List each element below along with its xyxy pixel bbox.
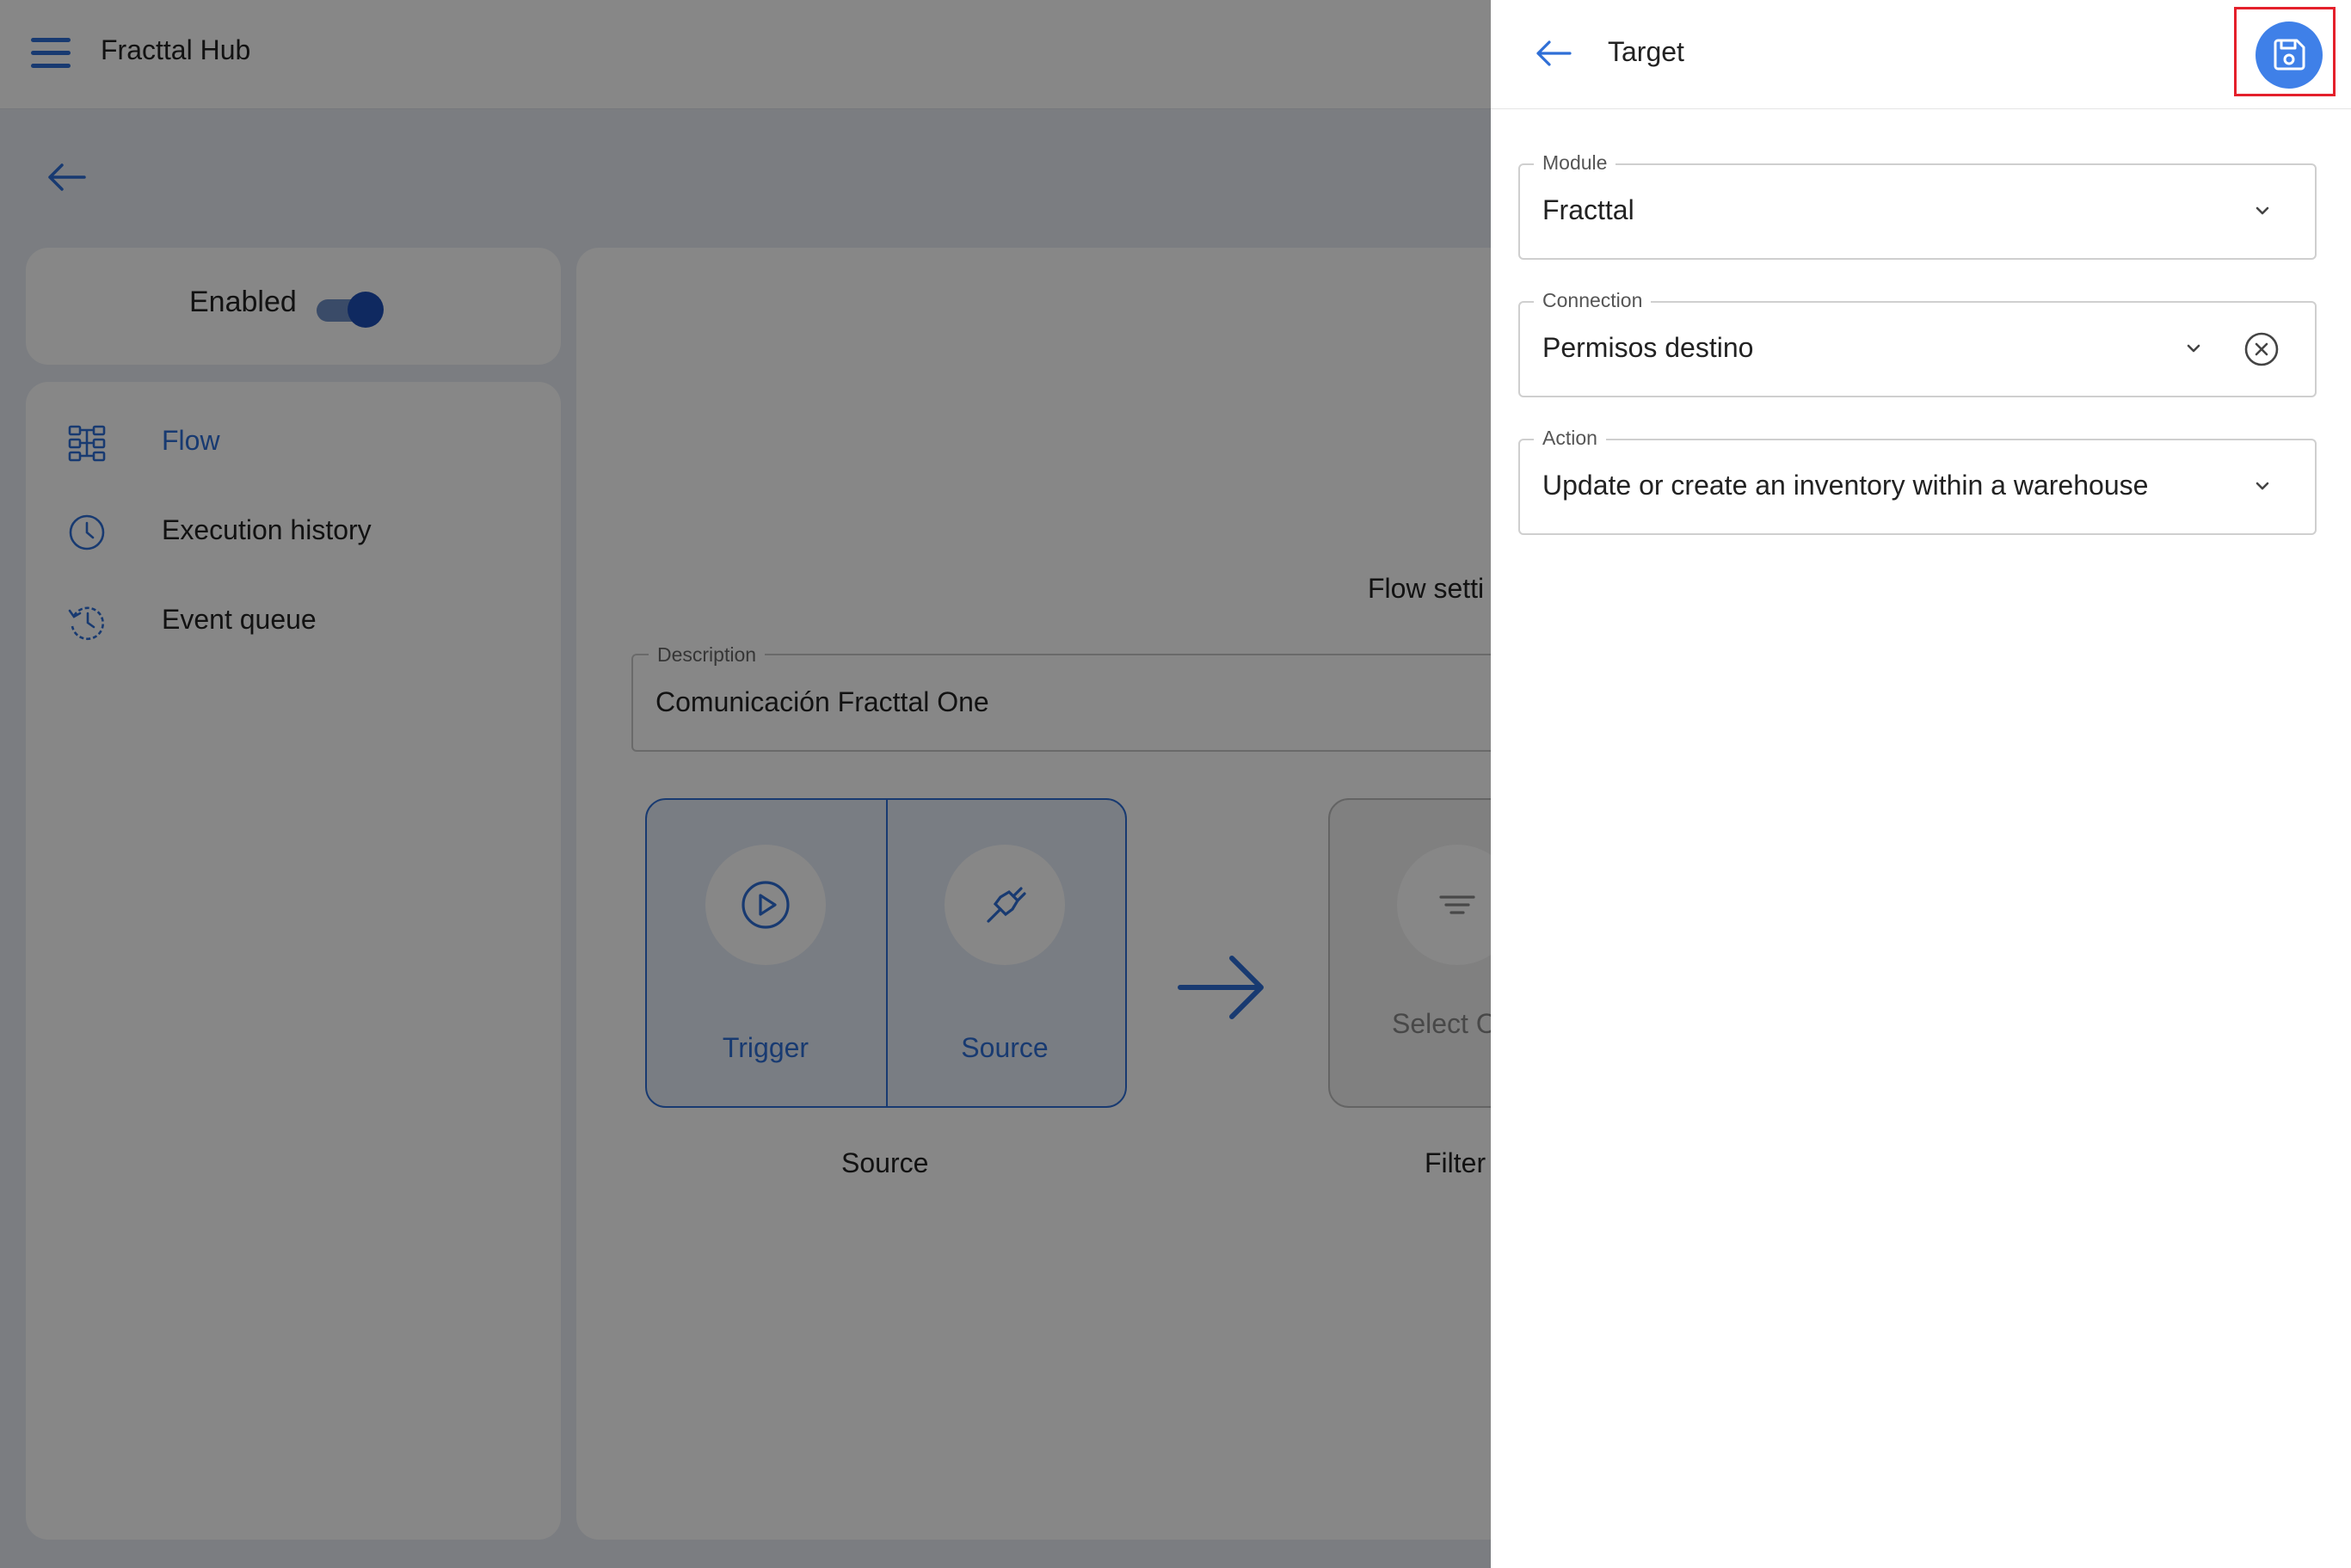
target-panel: Target Module Fracttal Connection Permis… [1491, 0, 2351, 1568]
connection-label: Connection [1534, 289, 1652, 312]
save-highlight [2234, 7, 2336, 96]
action-value: Update or create an inventory within a w… [1542, 470, 2149, 501]
clear-icon[interactable] [2243, 330, 2280, 368]
action-label: Action [1534, 427, 1606, 450]
save-button[interactable] [2256, 22, 2323, 89]
modal-backdrop[interactable] [0, 0, 1491, 1568]
module-value: Fracttal [1542, 194, 1634, 225]
connection-select[interactable]: Connection Permisos destino [1518, 289, 2317, 397]
module-label: Module [1534, 151, 1616, 175]
chevron-down-icon[interactable] [2181, 335, 2206, 361]
action-select[interactable]: Action Update or create an inventory wit… [1518, 427, 2317, 535]
connection-value: Permisos destino [1542, 332, 1754, 363]
chevron-down-icon[interactable] [2249, 473, 2275, 499]
back-arrow-icon[interactable] [1534, 38, 1573, 69]
module-select[interactable]: Module Fracttal [1518, 151, 2317, 260]
panel-title: Target [1608, 36, 1684, 67]
save-icon [2274, 39, 2305, 71]
panel-header: Target [1491, 0, 2351, 109]
chevron-down-icon[interactable] [2249, 198, 2275, 224]
